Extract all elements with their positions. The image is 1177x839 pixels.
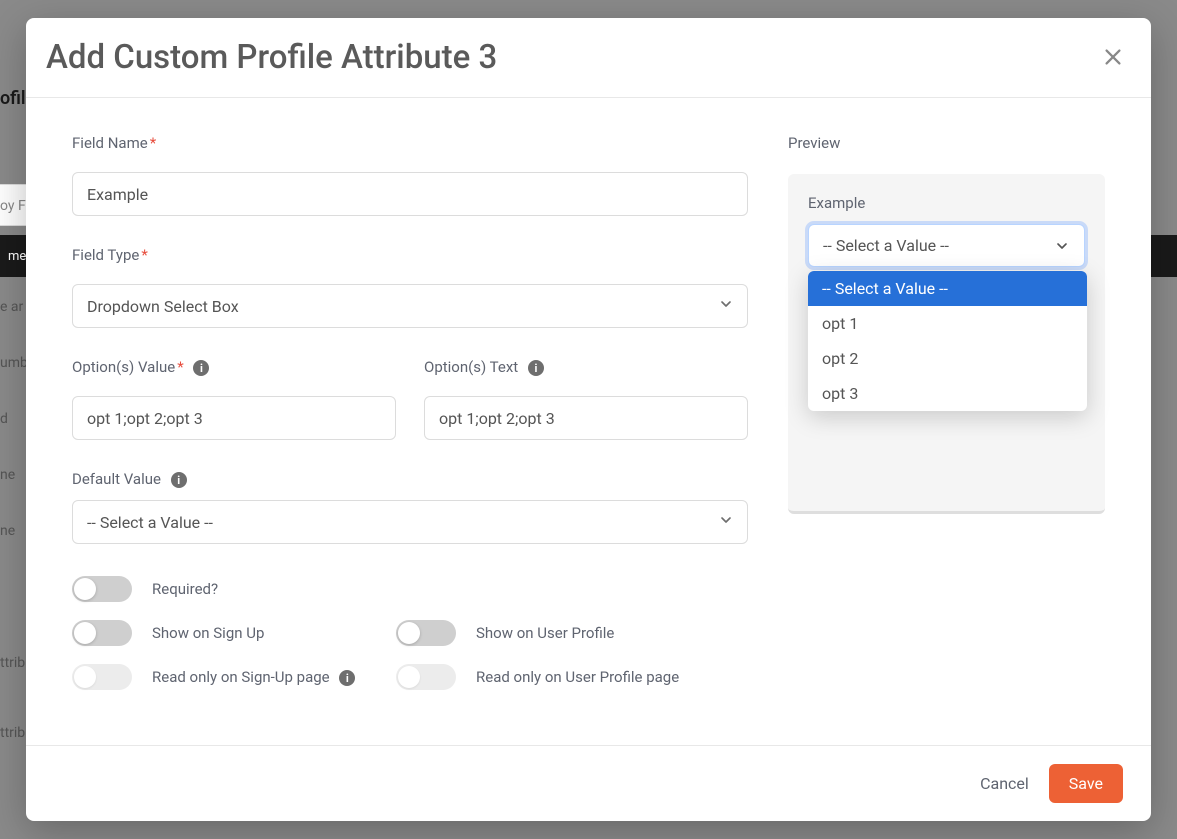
bg-text: ttrib — [0, 655, 25, 671]
info-icon[interactable]: i — [193, 360, 209, 376]
info-icon[interactable]: i — [528, 360, 544, 376]
options-value-input[interactable] — [72, 396, 396, 440]
options-row: Option(s) Value* i Option(s) Text i — [72, 358, 748, 440]
bg-text: e ar — [0, 299, 23, 315]
cancel-button[interactable]: Cancel — [980, 774, 1029, 793]
dropdown-option[interactable]: opt 1 — [808, 306, 1087, 341]
toggle-required-label: Required? — [152, 580, 218, 598]
bg-text: ne — [0, 467, 15, 483]
field-type-group: Field Type* Dropdown Select Box — [72, 246, 748, 328]
bg-text: ne — [0, 523, 15, 539]
save-button[interactable]: Save — [1049, 764, 1123, 803]
toggle-show-profile-label: Show on User Profile — [476, 624, 614, 642]
toggle-required[interactable] — [72, 576, 132, 602]
toggle-show-signup[interactable] — [72, 620, 132, 646]
close-icon — [1102, 46, 1124, 68]
bg-text: ttrib — [0, 725, 25, 741]
field-name-input[interactable] — [72, 172, 748, 216]
dropdown-option[interactable]: -- Select a Value -- — [808, 271, 1087, 306]
toggle-readonly-profile — [396, 664, 456, 690]
toggle-readonly-profile-label: Read only on User Profile page — [476, 668, 679, 686]
preview-panel: Example -- Select a Value -- -- Select a… — [788, 174, 1105, 514]
close-button[interactable] — [1101, 46, 1125, 70]
bg-text: umb — [0, 355, 28, 371]
dropdown-option[interactable]: opt 2 — [808, 341, 1087, 376]
preview-column: Preview Example -- Select a Value -- -- … — [788, 134, 1105, 735]
toggle-readonly-profile-row: Read only on User Profile page — [396, 664, 748, 690]
toggle-show-profile-row: Show on User Profile — [396, 620, 748, 646]
bg-text: ofil — [0, 88, 26, 109]
options-value-label: Option(s) Value* i — [72, 358, 396, 376]
toggle-required-row: Required? — [72, 576, 748, 602]
chevron-down-icon — [1054, 238, 1070, 254]
modal-body: Field Name* Field Type* Dropdown Select … — [26, 98, 1151, 745]
default-value-label: Default Value i — [72, 470, 748, 488]
field-name-group: Field Name* — [72, 134, 748, 216]
toggles-section: Required? Show on Sign Up Read only on S… — [72, 576, 748, 708]
toggle-show-profile[interactable] — [396, 620, 456, 646]
field-type-select[interactable]: Dropdown Select Box — [72, 284, 748, 328]
modal-header: Add Custom Profile Attribute 3 — [26, 18, 1151, 98]
bg-text: d — [0, 411, 8, 427]
modal-dialog: Add Custom Profile Attribute 3 Field Nam… — [26, 18, 1151, 821]
dropdown-option[interactable]: opt 3 — [808, 376, 1087, 411]
toggle-readonly-signup — [72, 664, 132, 690]
info-icon[interactable]: i — [339, 670, 355, 686]
preview-heading: Preview — [788, 134, 1105, 152]
field-name-label: Field Name* — [72, 134, 748, 152]
default-value-select[interactable]: -- Select a Value -- — [72, 500, 748, 544]
form-column: Field Name* Field Type* Dropdown Select … — [72, 134, 748, 735]
options-value-group: Option(s) Value* i — [72, 358, 396, 440]
modal-footer: Cancel Save — [26, 745, 1151, 821]
options-text-group: Option(s) Text i — [424, 358, 748, 440]
field-type-label: Field Type* — [72, 246, 748, 264]
toggle-readonly-signup-label: Read only on Sign-Up page i — [152, 668, 355, 686]
preview-field-label: Example — [808, 194, 1085, 212]
options-text-label: Option(s) Text i — [424, 358, 748, 376]
info-icon[interactable]: i — [171, 472, 187, 488]
toggle-show-signup-label: Show on Sign Up — [152, 624, 264, 642]
preview-dropdown: -- Select a Value -- opt 1 opt 2 opt 3 — [808, 271, 1087, 411]
toggle-readonly-signup-row: Read only on Sign-Up page i — [72, 664, 396, 690]
modal-title: Add Custom Profile Attribute 3 — [46, 38, 497, 77]
toggle-show-signup-row: Show on Sign Up — [72, 620, 396, 646]
options-text-input[interactable] — [424, 396, 748, 440]
default-value-group: Default Value i -- Select a Value -- — [72, 470, 748, 544]
preview-select[interactable]: -- Select a Value -- — [808, 224, 1085, 267]
